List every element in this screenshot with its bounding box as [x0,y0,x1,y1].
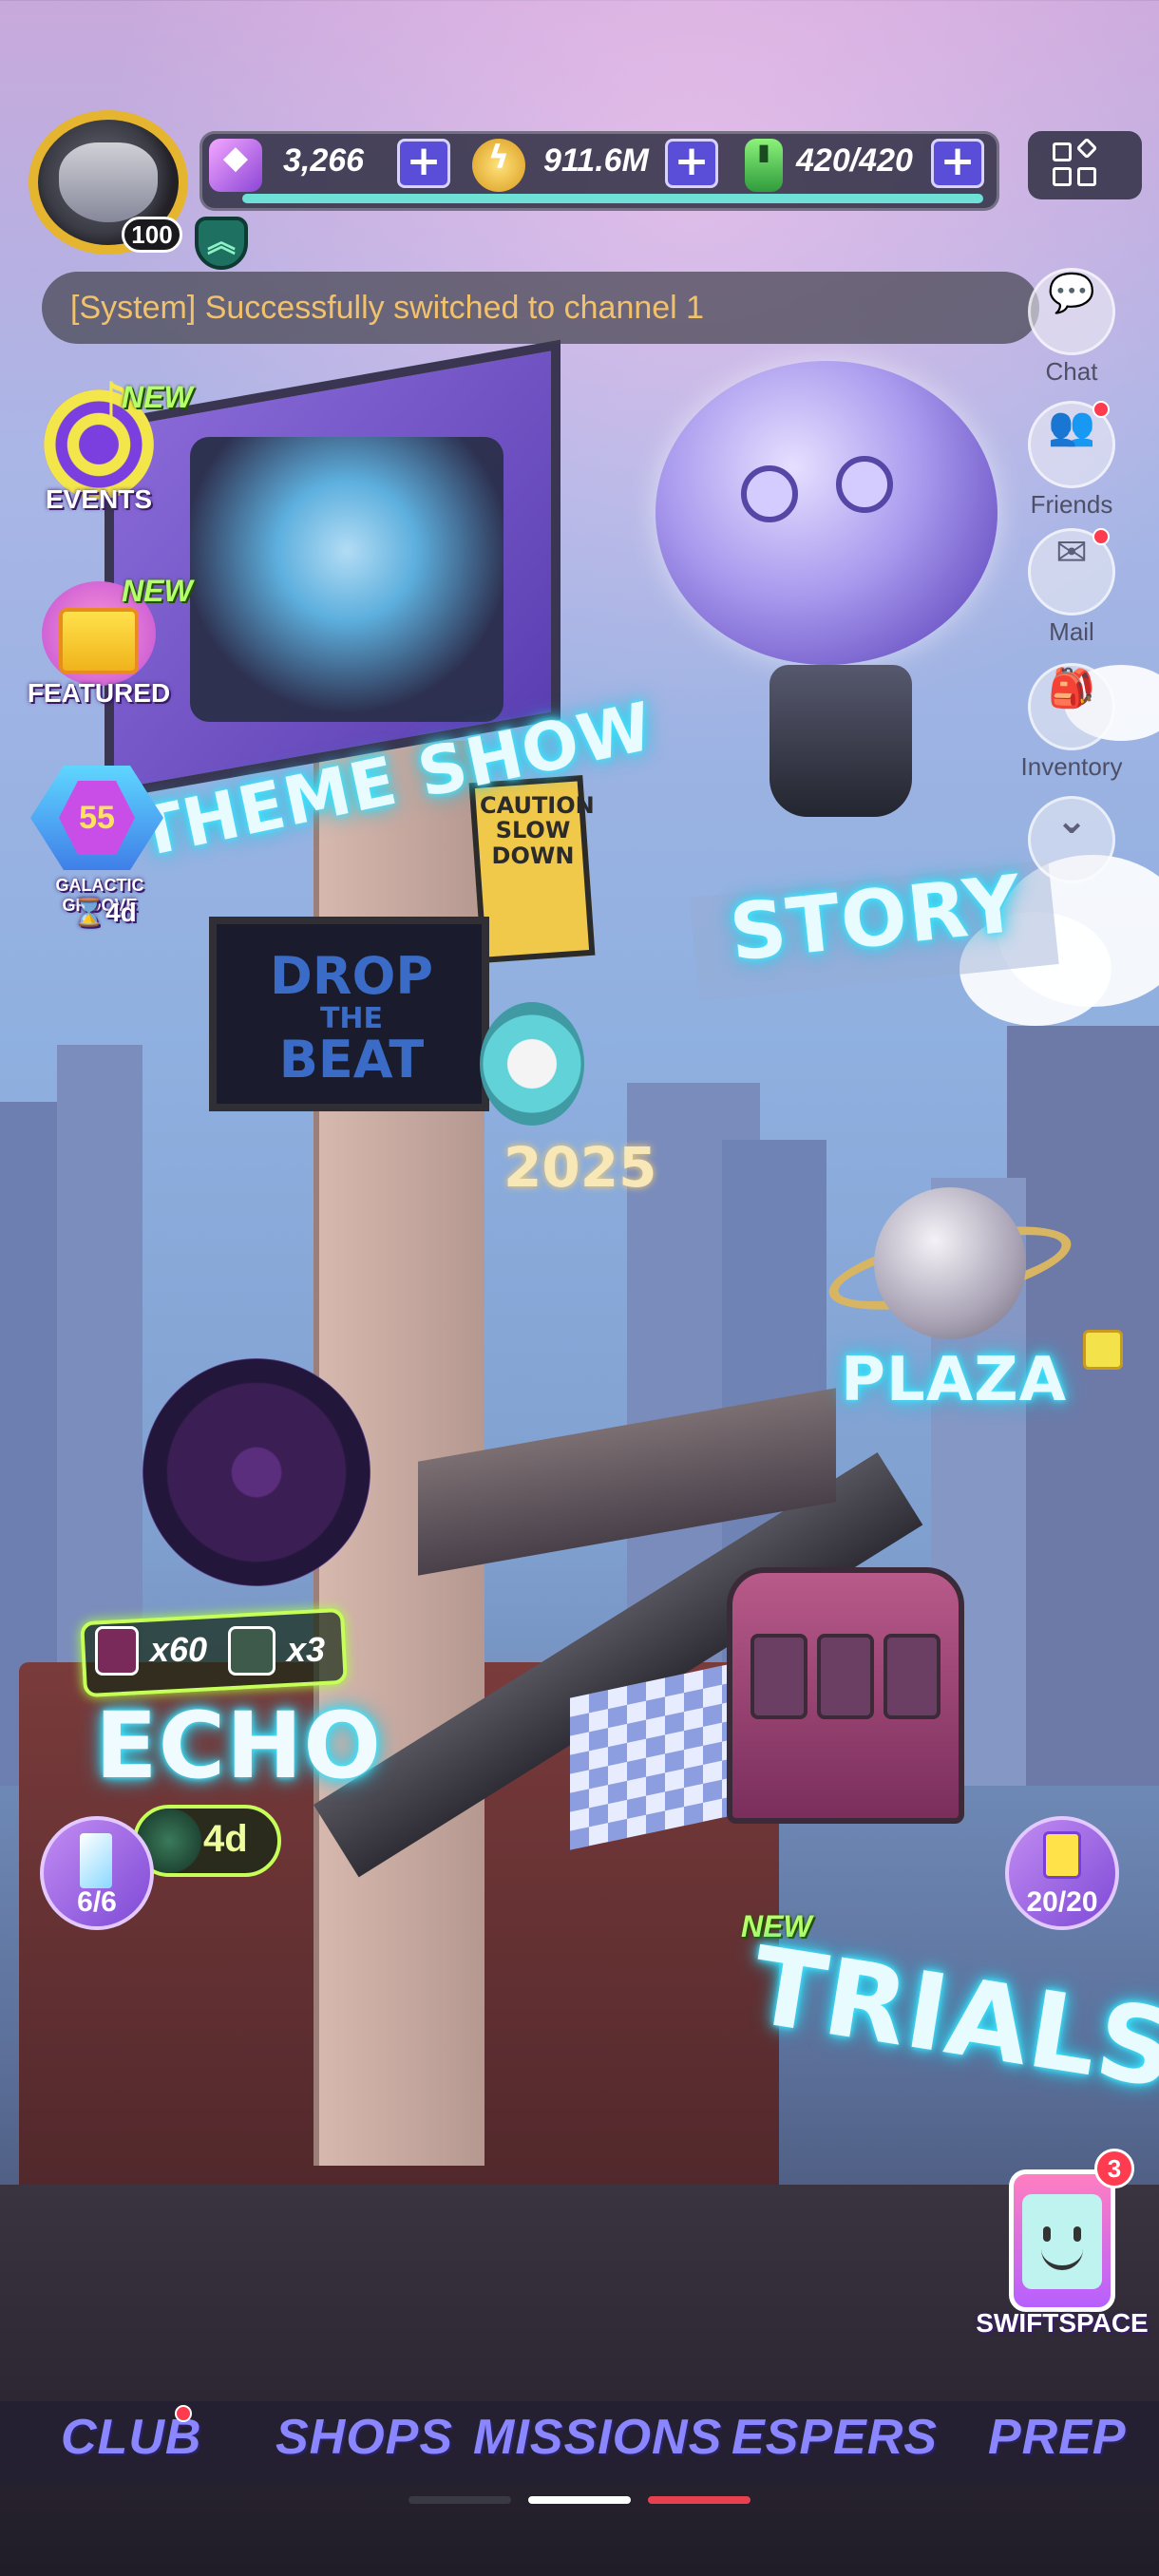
green-battery-icon: ▮ [745,139,783,192]
mail-label: Mail [1049,617,1094,646]
train-window [750,1634,808,1719]
location-echo[interactable]: ECHO [95,1693,382,1799]
collapse-menu-button[interactable]: ⌄ [1028,796,1115,883]
events-new-tag: NEW [122,380,193,414]
hourglass-icon: ⌛ [72,898,106,927]
nav-shops[interactable]: SHOPS [276,2409,453,2466]
envelope-icon: ✉ [1055,531,1088,575]
year-neon-sign: 2025 [504,1135,657,1200]
grid-icon [1053,142,1072,161]
friends-icon: 👥 [1048,405,1095,448]
nav-espers[interactable]: ESPERS [732,2409,938,2466]
swiftspace-label: SWIFTSPACE [976,2308,1149,2338]
page-indicator [648,2496,750,2504]
echo-reward-first: x60 [150,1630,208,1669]
mascot-eye [741,465,798,522]
drop-the-beat-text: DROP THE BEAT [270,946,433,1090]
right-counter-text: 20/20 [1026,1886,1098,1918]
club-notification-dot [175,2405,192,2422]
gold-coin-icon: ϟ [472,139,525,192]
card-icon [80,1833,112,1888]
location-plaza[interactable]: PLAZA [841,1345,1067,1415]
chat-bubble-icon: 💬 [1048,272,1095,315]
main-menu-button[interactable] [1028,131,1142,199]
avatar-portrait [59,142,158,222]
swiftspace-badge: 3 [1094,2149,1134,2188]
mascot-eye [836,456,893,513]
featured-label: FEATURED [27,678,171,708]
echo-speaker-fan [142,1358,370,1586]
grid-icon [1053,167,1072,186]
gift-icon[interactable] [1083,1330,1123,1370]
bag-icon: 🎒 [1048,667,1095,710]
events-label: EVENTS [45,484,153,514]
inventory-button[interactable]: 🎒 [1028,663,1115,750]
ticket-icon [228,1626,276,1676]
page-indicator-active [528,2496,631,2504]
chevron-down-icon: ⌄ [1055,799,1088,843]
mail-notification-dot [1092,528,1110,545]
resource-progress-fill [242,194,983,203]
nav-prep[interactable]: PREP [988,2409,1127,2466]
galactic-groove-timer: ⌛4d [72,898,137,927]
page-indicator [408,2496,511,2504]
train-window [817,1634,874,1719]
add-stamina-button[interactable]: + [931,139,984,188]
location-trials[interactable]: TRIALS [744,1924,1159,2113]
left-counter-text: 6/6 [77,1886,117,1918]
gift-box-icon [59,608,139,674]
story-mascot-headphones[interactable] [656,361,998,665]
bag-icon [1043,1831,1081,1879]
train-window [884,1634,940,1719]
crystal-count: 3,266 [283,142,365,179]
resource-progress-bar [242,194,983,203]
diamond-icon [1075,137,1098,160]
nav-missions[interactable]: MISSIONS [473,2409,722,2466]
featured-new-tag: NEW [122,574,193,608]
billboard-character-art [190,437,504,722]
smiley-icon [1022,2194,1102,2289]
system-message-bar[interactable]: [System] Successfully switched to channe… [42,272,1039,344]
chat-button[interactable]: 💬 [1028,268,1115,355]
double-chevron-up-icon[interactable]: ︽ [195,217,248,270]
coin-count: 911.6M [543,142,649,179]
friends-notification-dot [1092,401,1110,418]
echo-timer-text: 4d [203,1818,248,1860]
mascot-base [770,665,912,817]
speaker-ring [480,1002,584,1126]
plaza-planet[interactable] [874,1187,1026,1339]
card-pack-icon [95,1626,139,1676]
purple-crystal-icon: ◆ [209,139,262,192]
inventory-label: Inventory [1020,752,1123,781]
foreground-rooftop [0,2185,1159,2576]
friends-label: Friends [1030,490,1113,519]
caution-sign-text: CAUTION SLOW DOWN [480,792,595,869]
add-coins-button[interactable]: + [665,139,718,188]
grid-icon [1077,167,1096,186]
stamina-count: 420/420 [796,142,913,179]
player-level-badge: 100 [122,217,182,253]
add-crystal-button[interactable]: + [397,139,450,188]
echo-reward-second: x3 [287,1630,326,1669]
chat-label: Chat [1045,357,1098,386]
